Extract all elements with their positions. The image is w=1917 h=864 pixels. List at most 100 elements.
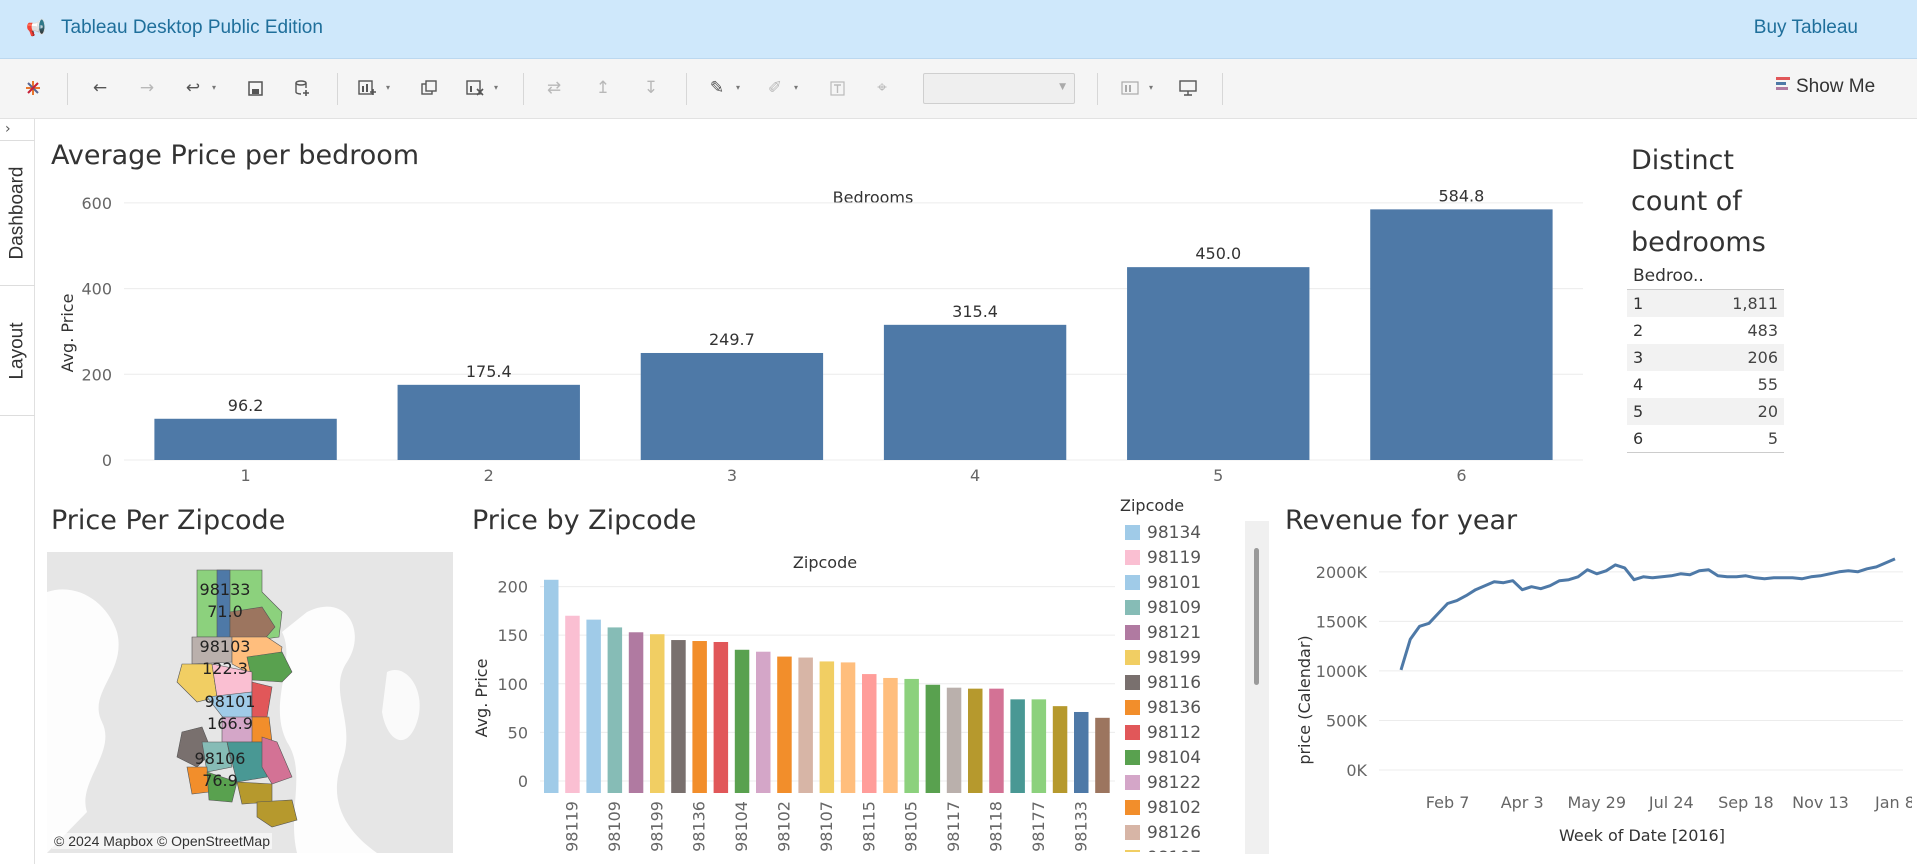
scrollbar-thumb[interactable] [1254, 548, 1259, 685]
chevron-right-icon[interactable]: › [5, 121, 11, 137]
y-tick-label: 0 [518, 772, 528, 791]
bedroom-key: 2 [1633, 321, 1644, 340]
revenue-series-line[interactable] [1399, 557, 1896, 671]
legend-item[interactable]: 98101 [1119, 570, 1211, 595]
sort-asc-icon[interactable]: ↥ [592, 77, 614, 99]
table-row[interactable]: 5 20 [1627, 398, 1784, 425]
y-tick-label: 200 [81, 365, 112, 384]
bar[interactable] [840, 662, 856, 793]
bar[interactable] [154, 418, 337, 460]
bar[interactable] [925, 684, 941, 793]
map-title: Price Per Zipcode [51, 505, 286, 536]
text-icon[interactable] [826, 77, 848, 99]
map-label: 166.9 [207, 714, 253, 733]
x-tick-label: 98119 [562, 801, 581, 852]
bar[interactable] [565, 615, 580, 793]
legend-label: 98109 [1147, 597, 1202, 618]
bar[interactable] [883, 677, 898, 793]
y-tick-label: 600 [81, 194, 112, 213]
bar[interactable] [1127, 267, 1310, 460]
buy-tableau-link[interactable]: Buy Tableau [1754, 17, 1858, 39]
legend-item[interactable]: 98119 [1119, 545, 1211, 570]
legend-item[interactable]: 98121 [1119, 620, 1211, 645]
bar[interactable] [1052, 706, 1068, 793]
legend-item[interactable]: 98112 [1119, 720, 1211, 745]
table-row[interactable]: 4 55 [1627, 371, 1784, 398]
new-datasource-icon[interactable] [291, 77, 313, 99]
bar[interactable] [692, 641, 707, 793]
legend-item[interactable]: 98136 [1119, 695, 1211, 720]
legend-item[interactable]: 98122 [1119, 770, 1211, 795]
bar[interactable] [862, 674, 877, 793]
tab-layout[interactable]: Layout [0, 286, 35, 416]
bar[interactable] [640, 352, 824, 460]
bar-chart-y-label: Avg. Price [58, 294, 77, 373]
zipcode-map[interactable]: 98133 71.0 98103 122.3 98101 166.9 98106… [47, 552, 453, 853]
legend-item[interactable]: 98107 [1119, 845, 1211, 852]
legend-item[interactable]: 98134 [1119, 520, 1211, 545]
bar[interactable] [628, 632, 644, 793]
legend-item[interactable]: 98102 [1119, 795, 1211, 820]
table-row[interactable]: 2 483 [1627, 317, 1784, 344]
legend-scrollbar[interactable] [1245, 521, 1269, 854]
bar[interactable] [756, 651, 771, 793]
new-worksheet-icon[interactable]: ▾ [356, 77, 390, 99]
bar[interactable] [819, 661, 835, 793]
undo-icon[interactable]: ← [89, 77, 111, 99]
legend-item[interactable]: 98109 [1119, 595, 1211, 620]
bar[interactable] [1010, 699, 1025, 793]
legend-swatch [1125, 775, 1140, 790]
bar[interactable] [544, 579, 559, 793]
sort-desc-icon[interactable]: ↧ [640, 77, 662, 99]
table-row[interactable]: 1 1,811 [1627, 290, 1784, 317]
legend-swatch [1125, 725, 1140, 740]
tab-dashboard[interactable]: Dashboard [0, 141, 35, 286]
bar[interactable] [777, 656, 792, 793]
x-tick-label: 2 [484, 466, 494, 485]
bar[interactable] [1095, 717, 1110, 793]
show-cards-icon[interactable]: ▾ [1119, 77, 1153, 99]
bar[interactable] [1370, 209, 1553, 460]
legend-item[interactable]: 98199 [1119, 645, 1211, 670]
legend-item[interactable]: 98116 [1119, 670, 1211, 695]
bar[interactable] [946, 687, 962, 793]
bar[interactable] [1031, 699, 1047, 793]
bar[interactable] [1074, 711, 1089, 793]
bar[interactable] [713, 641, 729, 793]
presentation-icon[interactable] [1177, 77, 1199, 99]
legend-item[interactable]: 98104 [1119, 745, 1211, 770]
replay-icon[interactable]: ↩ ▾ [182, 77, 216, 99]
table-header[interactable]: Bedroo.. [1627, 263, 1784, 290]
bar[interactable] [586, 619, 601, 793]
bar[interactable] [650, 634, 665, 793]
annotate-icon[interactable]: ✐ ▾ [764, 77, 798, 99]
table-row[interactable]: 65 [1627, 425, 1784, 452]
bar[interactable] [607, 627, 623, 793]
legend-item[interactable]: 98126 [1119, 820, 1211, 845]
show-me-button[interactable]: Show Me [1776, 76, 1875, 98]
map-region[interactable] [236, 781, 273, 805]
bar[interactable] [904, 678, 919, 793]
fit-dropdown[interactable]: ▼ [923, 73, 1075, 104]
x-tick-label: 98104 [732, 801, 751, 852]
save-icon[interactable] [244, 77, 266, 99]
bar[interactable] [968, 688, 983, 793]
map-label: 76.9 [202, 771, 238, 790]
clear-sheet-icon[interactable]: ▾ [464, 77, 498, 99]
duplicate-sheet-icon[interactable] [418, 77, 440, 99]
bar[interactable] [883, 324, 1067, 460]
table-row[interactable]: 3 206 [1627, 344, 1784, 371]
tableau-logo-icon[interactable] [22, 77, 44, 99]
x-tick-label: 98105 [902, 801, 921, 852]
bar[interactable] [671, 640, 686, 793]
bar[interactable] [734, 649, 750, 793]
redo-icon[interactable]: → [136, 77, 158, 99]
bar[interactable] [798, 657, 813, 793]
legend-swatch [1125, 800, 1140, 815]
pin-icon[interactable]: ⌖ [871, 77, 893, 99]
bar[interactable] [397, 384, 580, 460]
highlight-icon[interactable]: ✎ ▾ [706, 77, 740, 99]
swap-icon[interactable]: ⇄ [543, 77, 565, 99]
bar[interactable] [989, 688, 1004, 793]
count-value: 20 [1757, 402, 1778, 421]
